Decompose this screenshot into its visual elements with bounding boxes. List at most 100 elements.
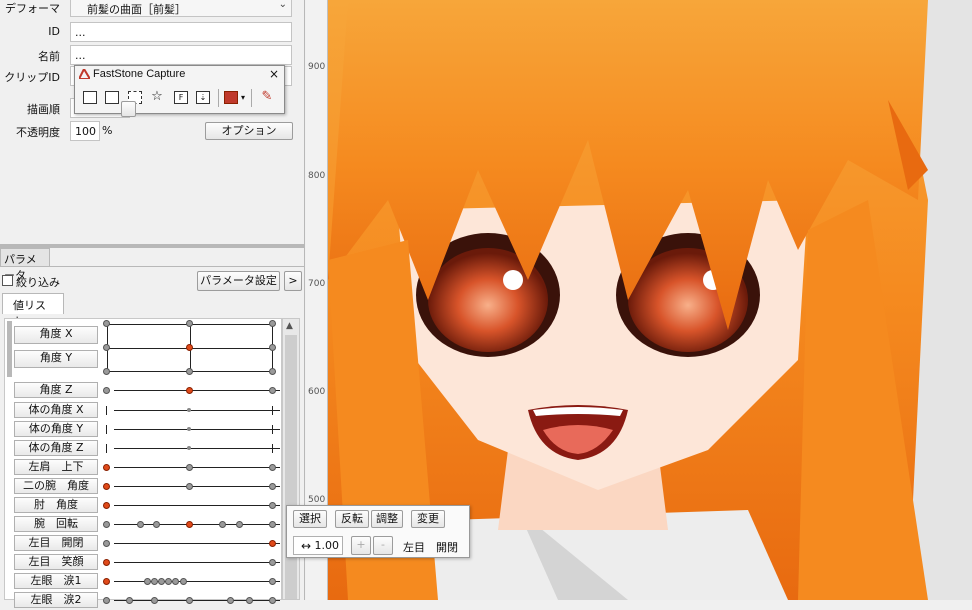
- opacity-field[interactable]: 100: [70, 121, 100, 141]
- param-label: 二の腕 角度: [14, 478, 98, 494]
- param-value-popup[interactable]: 選択 反転 調整 変更 1.00 ↔ + - 左目 開閉: [286, 505, 470, 558]
- decrement-button[interactable]: -: [373, 536, 393, 555]
- param-row-arm-rotate[interactable]: 腕 回転: [10, 515, 280, 534]
- param-settings-button[interactable]: パラメータ設定: [197, 271, 280, 291]
- id-label: ID: [48, 25, 60, 38]
- close-icon[interactable]: ×: [269, 67, 279, 81]
- param-row-body-y[interactable]: 体の角度 Y: [10, 420, 280, 439]
- param-row-elbow[interactable]: 肘 角度: [10, 496, 280, 515]
- current-dot[interactable]: [103, 502, 110, 509]
- key-dot: [180, 578, 187, 585]
- current-dot[interactable]: [269, 540, 276, 547]
- param-row-tear1[interactable]: 左眼 涙1: [10, 572, 280, 591]
- current-dot[interactable]: [103, 578, 110, 585]
- tab-value-list[interactable]: 値リスト: [2, 293, 64, 328]
- param-row-tear2[interactable]: 左眼 涙2: [10, 591, 280, 610]
- key-dot: [187, 446, 191, 450]
- name-label: 名前: [38, 50, 60, 63]
- key-dot: [269, 559, 276, 566]
- change-button[interactable]: 変更: [411, 510, 445, 528]
- tick: [106, 406, 107, 415]
- param-row-angle-z[interactable]: 角度 Z: [10, 381, 280, 400]
- ruler-tick: 900: [308, 62, 326, 72]
- clip-label: クリップID: [4, 71, 60, 84]
- key-dot: [151, 578, 158, 585]
- key-dot: [153, 521, 160, 528]
- current-dot[interactable]: [186, 387, 193, 394]
- xy-dot: [269, 344, 276, 351]
- option-button[interactable]: オプション: [205, 122, 293, 140]
- slider-track[interactable]: [114, 390, 280, 391]
- param-label: 体の角度 X: [14, 402, 98, 418]
- xy-dot: [186, 320, 193, 327]
- slider-track[interactable]: [114, 543, 280, 544]
- adjust-button[interactable]: 調整: [371, 510, 403, 528]
- param-row-left-eye-smile[interactable]: 左目 笑顔: [10, 553, 280, 572]
- tick: [272, 444, 273, 453]
- increment-button[interactable]: +: [351, 536, 371, 555]
- current-dot[interactable]: [103, 483, 110, 490]
- filter-label: 絞り込み: [16, 276, 60, 289]
- filter-checkbox[interactable]: [2, 275, 13, 286]
- current-dot[interactable]: [103, 559, 110, 566]
- settings-icon[interactable]: ✎: [260, 90, 274, 104]
- xy-current-dot[interactable]: [186, 344, 193, 351]
- param-row-upper-arm[interactable]: 二の腕 角度: [10, 477, 280, 496]
- key-dot: [269, 464, 276, 471]
- scroll-up-icon[interactable]: ▲: [286, 321, 293, 331]
- chevron-down-icon: ⌄: [278, 0, 287, 10]
- id-field[interactable]: ...: [70, 22, 292, 42]
- window-capture-icon[interactable]: [83, 91, 97, 104]
- fullscreen-capture-icon[interactable]: F: [174, 91, 188, 104]
- key-dot: [137, 521, 144, 528]
- deformer-select[interactable]: 前髪の曲面［前髪］ ⌄: [70, 0, 292, 17]
- param-label: 左眼 涙2: [14, 592, 98, 608]
- select-button[interactable]: 選択: [293, 510, 327, 528]
- deformer-row: デフォーマ 前髪の曲面［前髪］ ⌄: [0, 0, 305, 17]
- key-dot: [187, 408, 191, 412]
- key-dot: [269, 521, 276, 528]
- slider-track[interactable]: [114, 467, 280, 468]
- scroll-thumb[interactable]: [285, 335, 297, 599]
- param-row-shoulder[interactable]: 左肩 上下: [10, 458, 280, 477]
- current-dot[interactable]: [186, 521, 193, 528]
- param-row-left-eye-open[interactable]: 左目 開閉: [10, 534, 280, 553]
- xy-dot: [269, 320, 276, 327]
- opacity-row: 不透明度 100 % オプション: [0, 121, 305, 141]
- ruler-tick: 600: [308, 387, 326, 397]
- slider-track[interactable]: [114, 562, 280, 563]
- key-dot: [103, 540, 110, 547]
- freehand-capture-icon[interactable]: ☆: [150, 90, 164, 104]
- object-capture-icon[interactable]: [105, 91, 119, 104]
- param-label: 左目 笑顔: [14, 554, 98, 570]
- dropdown-arrow-icon[interactable]: ▾: [241, 93, 245, 102]
- slider-track[interactable]: [114, 448, 280, 449]
- id-row: ID ...: [0, 22, 305, 42]
- param-row-body-x[interactable]: 体の角度 X: [10, 401, 280, 420]
- save-icon[interactable]: [224, 91, 238, 104]
- param-expand-button[interactable]: >: [284, 271, 302, 291]
- key-dot: [187, 427, 191, 431]
- param-label: 体の角度 Z: [14, 440, 98, 456]
- faststone-capture-toolbar[interactable]: FastStone Capture × ☆ F ⇣ ▾ ✎: [74, 65, 285, 114]
- slider-track[interactable]: [114, 600, 280, 601]
- param-row-body-z[interactable]: 体の角度 Z: [10, 439, 280, 458]
- draw-order-label: 描画順: [27, 103, 60, 116]
- invert-button[interactable]: 反転: [335, 510, 369, 528]
- slider-track[interactable]: [114, 581, 280, 582]
- name-field[interactable]: ...: [70, 45, 292, 65]
- key-dot: [103, 521, 110, 528]
- key-dot: [269, 387, 276, 394]
- slider-track[interactable]: [114, 429, 280, 430]
- scroll-capture-icon[interactable]: ⇣: [196, 91, 210, 104]
- current-dot[interactable]: [103, 464, 110, 471]
- toolbar-divider: [251, 89, 252, 107]
- xy-dot: [103, 320, 110, 327]
- slider-track[interactable]: [114, 486, 280, 487]
- key-dot: [186, 597, 193, 604]
- slider-track[interactable]: [114, 410, 280, 411]
- param-xy-control[interactable]: 角度 X 角度 Y: [14, 318, 282, 376]
- param-label: 腕 回転: [14, 516, 98, 532]
- draw-order-spin-button[interactable]: [121, 101, 136, 117]
- slider-track[interactable]: [114, 505, 280, 506]
